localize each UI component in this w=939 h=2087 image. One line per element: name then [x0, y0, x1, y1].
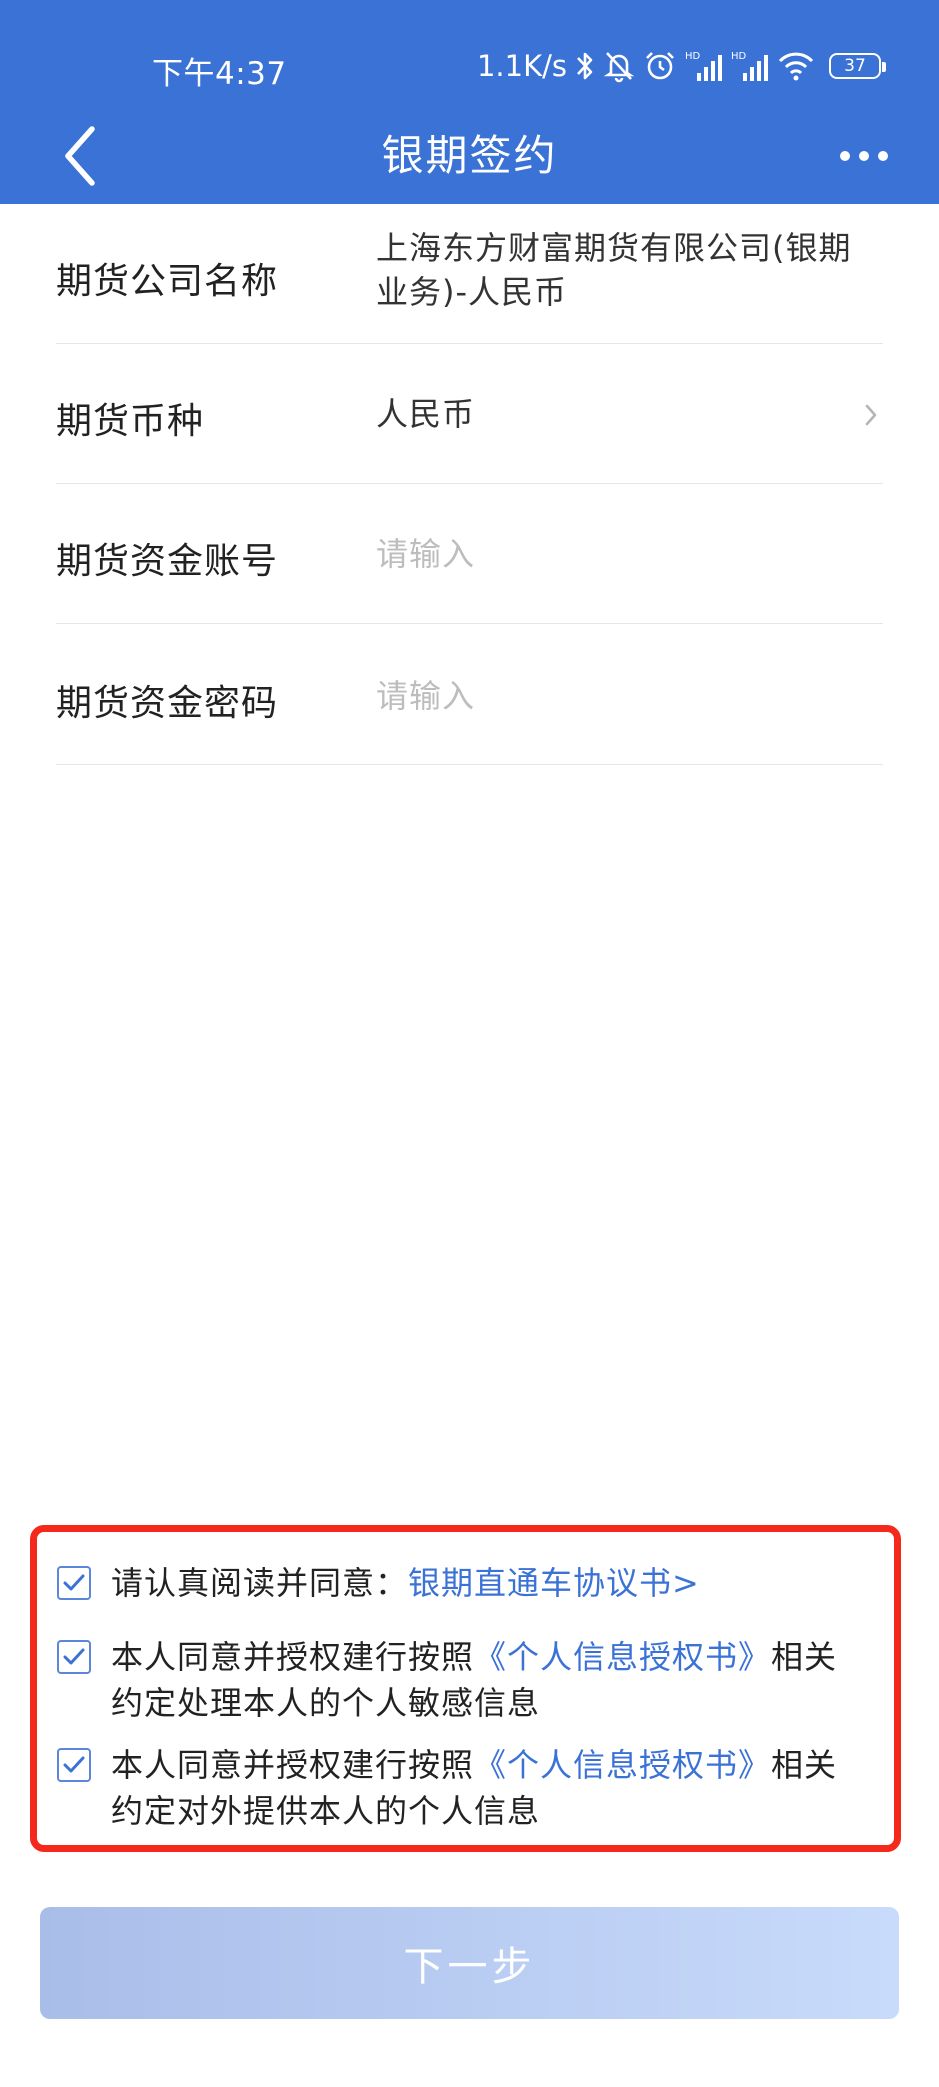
nav-bar: 银期签约 [0, 110, 939, 204]
app-header: 下午4:37 1.1K/s HD HD 37 银期签约 [0, 0, 939, 204]
more-button[interactable] [829, 126, 899, 186]
agreement-item-1: 请认真阅读并同意：银期直通车协议书> [57, 1560, 884, 1606]
mute-bell-icon [603, 46, 635, 86]
agreement-item-2: 本人同意并授权建行按照《个人信息授权书》相关 约定处理本人的个人敏感信息 [57, 1634, 884, 1726]
hd-badge-1: HD [685, 51, 701, 62]
network-speed: 1.1K/s [476, 49, 567, 83]
agreement-checkbox-1[interactable] [57, 1566, 91, 1600]
agreement-text-2: 本人同意并授权建行按照《个人信息授权书》相关 约定处理本人的个人敏感信息 [111, 1638, 838, 1722]
password-label: 期货资金密码 [56, 683, 279, 724]
hd-badge-2: HD [731, 51, 747, 62]
status-bar: 下午4:37 1.1K/s HD HD 37 [0, 0, 939, 120]
more-dots-icon [840, 151, 850, 161]
status-icons: 1.1K/s HD HD 37 [476, 44, 886, 88]
status-time: 下午4:37 [152, 56, 287, 92]
account-input[interactable]: 请输入 [376, 532, 883, 576]
bluetooth-icon [575, 46, 595, 86]
password-input[interactable]: 请输入 [376, 674, 883, 718]
account-row: 期货资金账号 请输入 [56, 484, 883, 624]
company-value: 上海东方财富期货有限公司(银期 业务)-人民币 [376, 229, 852, 311]
currency-label: 期货币种 [56, 401, 205, 442]
agreement-link-personal-info[interactable]: 《个人信息授权书》 [474, 1746, 771, 1784]
check-icon [63, 1574, 85, 1591]
agreement-checkbox-2[interactable] [57, 1640, 91, 1674]
account-label: 期货资金账号 [56, 541, 279, 582]
alarm-icon [643, 46, 677, 86]
password-row: 期货资金密码 请输入 [56, 624, 883, 765]
signal-icon: HD [685, 46, 723, 86]
battery-icon: 37 [829, 53, 886, 79]
page-title: 银期签约 [381, 131, 558, 180]
agreement-checkbox-3[interactable] [57, 1748, 91, 1782]
agreement-item-3: 本人同意并授权建行按照《个人信息授权书》相关 约定对外提供本人的个人信息 [57, 1742, 884, 1834]
check-icon [63, 1648, 85, 1665]
check-icon [63, 1756, 85, 1773]
agreement-link-bank-futures[interactable]: 银期直通车协议书> [408, 1564, 700, 1602]
next-step-button[interactable]: 下一步 [40, 1907, 899, 2019]
agreement-text-3: 本人同意并授权建行按照《个人信息授权书》相关 约定对外提供本人的个人信息 [111, 1746, 838, 1830]
signal-icon: HD [731, 46, 769, 86]
currency-value[interactable]: 人民币 [376, 392, 883, 436]
sign-form: 期货公司名称 上海东方财富期货有限公司(银期 业务)-人民币 期货币种 人民币 … [56, 204, 883, 765]
company-label: 期货公司名称 [56, 261, 279, 302]
company-row: 期货公司名称 上海东方财富期货有限公司(银期 业务)-人民币 [56, 204, 883, 344]
agreement-text-1: 请认真阅读并同意：银期直通车协议书> [111, 1564, 700, 1602]
currency-row[interactable]: 期货币种 人民币 [56, 344, 883, 484]
chevron-right-icon[interactable] [859, 398, 883, 432]
wifi-icon [777, 46, 815, 86]
agreement-highlight-box: 请认真阅读并同意：银期直通车协议书> 本人同意并授权建行按照《个人信息授权书》相… [30, 1525, 901, 1852]
agreement-link-personal-info[interactable]: 《个人信息授权书》 [474, 1638, 771, 1676]
